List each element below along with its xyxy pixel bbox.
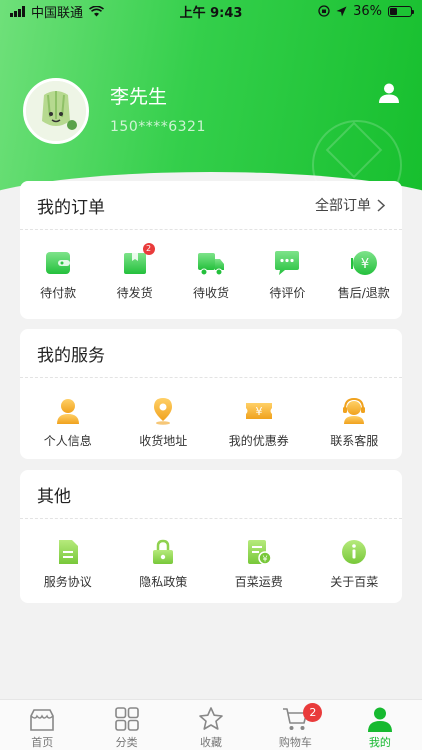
tab-profile[interactable]: 我的 bbox=[338, 700, 422, 750]
order-pending-review[interactable]: 待评价 bbox=[249, 249, 325, 301]
service-item-label: 收货地址 bbox=[139, 434, 188, 448]
location-icon bbox=[154, 398, 173, 425]
order-after-sales-refund[interactable]: ¥ 售后/退款 bbox=[326, 249, 402, 301]
svg-text:¥: ¥ bbox=[262, 555, 267, 564]
wallet-icon bbox=[46, 252, 71, 274]
user-info-icon bbox=[56, 399, 79, 424]
truck-icon bbox=[197, 253, 224, 276]
other-card: 其他 服务协议 隐私政策 ¥ 百菜运费 关于百菜 bbox=[20, 470, 402, 603]
comment-icon bbox=[275, 251, 300, 275]
service-personal-info[interactable]: 个人信息 bbox=[20, 397, 115, 449]
tab-label: 分类 bbox=[115, 736, 138, 749]
tab-label: 购物车 bbox=[278, 736, 312, 749]
username: 李先生 bbox=[110, 86, 168, 108]
tab-favorites[interactable]: 收藏 bbox=[169, 700, 253, 750]
info-icon bbox=[342, 540, 367, 564]
order-item-label: 待发货 bbox=[116, 286, 153, 300]
pending-shipment-badge: 2 bbox=[142, 243, 155, 255]
other-item-label: 关于百菜 bbox=[330, 575, 379, 589]
battery-icon bbox=[388, 5, 414, 17]
tab-label: 我的 bbox=[368, 736, 391, 749]
order-item-label: 待收货 bbox=[192, 286, 229, 300]
order-pending-payment[interactable]: 待付款 bbox=[20, 249, 96, 301]
service-item-label: 联系客服 bbox=[330, 434, 379, 448]
shipping-fee-icon: ¥ bbox=[247, 540, 272, 565]
bottom-tab-bar: 首页 分类 收藏 2 购物车 我的 bbox=[0, 699, 422, 750]
all-orders-link[interactable]: 全部订单 bbox=[315, 195, 385, 215]
tab-category[interactable]: 分类 bbox=[84, 700, 168, 750]
carrier-label: 中国联通 bbox=[31, 5, 84, 21]
all-orders-label: 全部订单 bbox=[315, 198, 371, 214]
customer-service-icon bbox=[343, 397, 366, 424]
order-item-label: 售后/退款 bbox=[337, 286, 390, 300]
service-customer-support[interactable]: 联系客服 bbox=[307, 397, 402, 449]
other-title: 其他 bbox=[37, 486, 71, 507]
service-item-label: 我的优惠券 bbox=[228, 434, 289, 448]
profile-icon bbox=[367, 707, 392, 732]
battery-percent: 36% bbox=[353, 3, 382, 19]
other-about[interactable]: 关于百菜 bbox=[307, 538, 402, 590]
tab-home[interactable]: 首页 bbox=[0, 700, 84, 750]
status-bar: 中国联通 上午 9:43 36% bbox=[0, 0, 422, 22]
document-icon bbox=[58, 540, 78, 564]
category-icon bbox=[114, 707, 139, 731]
other-item-label: 服务协议 bbox=[43, 575, 92, 589]
service-item-label: 个人信息 bbox=[43, 434, 92, 448]
home-icon bbox=[30, 709, 55, 731]
refund-icon: ¥ bbox=[350, 251, 377, 275]
services-title: 我的服务 bbox=[37, 345, 105, 366]
location-arrow-icon bbox=[336, 6, 347, 16]
order-item-label: 待付款 bbox=[40, 286, 77, 300]
avatar-cabbage-icon bbox=[26, 81, 86, 141]
order-item-label: 待评价 bbox=[269, 286, 306, 300]
cart-badge: 2 bbox=[303, 703, 323, 722]
other-item-label: 隐私政策 bbox=[139, 575, 188, 589]
chevron-right-icon bbox=[377, 198, 385, 212]
signal-icon bbox=[10, 5, 25, 17]
service-address[interactable]: 收货地址 bbox=[116, 397, 211, 449]
orders-title: 我的订单 bbox=[37, 197, 105, 218]
person-icon bbox=[379, 83, 399, 103]
svg-text:¥: ¥ bbox=[255, 405, 262, 418]
tab-cart[interactable]: 2 购物车 bbox=[253, 700, 337, 750]
other-item-label: 百菜运费 bbox=[234, 575, 283, 589]
tab-label: 收藏 bbox=[200, 736, 223, 749]
coupon-icon: ¥ bbox=[245, 403, 272, 419]
other-shipping-fee[interactable]: ¥ 百菜运费 bbox=[211, 538, 306, 590]
svg-text:¥: ¥ bbox=[361, 257, 369, 272]
tab-label: 首页 bbox=[31, 736, 54, 749]
orientation-lock-icon bbox=[318, 5, 330, 17]
order-pending-receipt[interactable]: 待收货 bbox=[173, 249, 249, 301]
other-service-agreement[interactable]: 服务协议 bbox=[20, 538, 115, 590]
star-icon bbox=[199, 707, 223, 730]
profile-header: 李先生 150****6321 bbox=[0, 0, 422, 192]
profile-settings-button[interactable] bbox=[378, 82, 400, 104]
service-coupons[interactable]: ¥ 我的优惠券 bbox=[211, 397, 306, 449]
orders-card: 我的订单 全部订单 待付款 2 待发货 待收货 待评价 ¥ 售后/退款 bbox=[20, 181, 402, 319]
wifi-icon bbox=[89, 5, 105, 16]
phone-number: 150****6321 bbox=[110, 119, 206, 135]
avatar[interactable] bbox=[23, 78, 89, 144]
order-pending-shipment[interactable]: 2 待发货 bbox=[97, 243, 173, 301]
services-card: 我的服务 个人信息 收货地址 ¥ 我的优惠券 联系客服 bbox=[20, 329, 402, 459]
other-privacy-policy[interactable]: 隐私政策 bbox=[116, 538, 211, 590]
lock-icon bbox=[153, 539, 174, 564]
